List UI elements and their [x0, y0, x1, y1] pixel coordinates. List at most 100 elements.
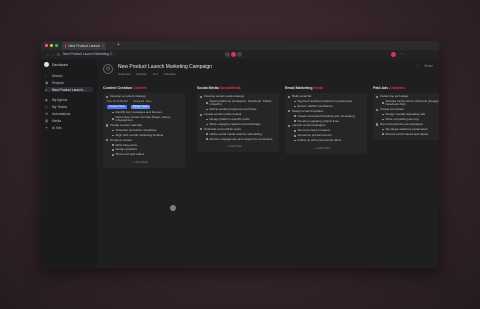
- tab-overview[interactable]: Overview: [118, 72, 131, 76]
- task-item[interactable]: Schedule and publish posts: [200, 127, 241, 131]
- browser-window: New Product Launch × + ←→↻ New Product L…: [41, 41, 439, 268]
- subtask-item[interactable]: Monitor engagement and respond to commen…: [206, 137, 273, 141]
- checkbox-icon[interactable]: [288, 110, 291, 113]
- task-item[interactable]: Create content calendar: [106, 123, 142, 127]
- task-item[interactable]: Determine ad budget: [376, 94, 408, 98]
- checkbox-icon[interactable]: [288, 95, 291, 98]
- subtask-item[interactable]: Ensure GDPR compliance: [294, 104, 333, 108]
- url-field[interactable]: New Product Launch Marketing C...: [63, 52, 169, 57]
- task-item[interactable]: Launch email campaigns: [288, 124, 325, 127]
- column-title[interactable]: Paid Ads Analytics: [373, 86, 405, 90]
- checkbox-icon[interactable]: [376, 108, 379, 111]
- avatar[interactable]: [391, 52, 396, 57]
- subtask-item[interactable]: Allocate funds across channels (Google A…: [382, 99, 439, 107]
- bullet-icon: [206, 138, 208, 140]
- column-title[interactable]: Social Media SocialMedia: [197, 86, 241, 90]
- profile-icon[interactable]: [231, 52, 236, 57]
- checkbox-icon[interactable]: [106, 124, 109, 127]
- column-title[interactable]: Content Creation Content: [103, 86, 147, 90]
- sidebar-item-projects[interactable]: ▣ Projects: [45, 80, 93, 85]
- view-switcher: Overview Kanban List Calendar: [118, 72, 176, 76]
- task-card[interactable]: Determine ad budget Allocate funds across…: [373, 93, 439, 140]
- column-name: Social Media: [197, 86, 219, 90]
- task-text: Schedule production deadlines: [115, 127, 157, 132]
- subtask-item[interactable]: Align with overall marketing timeline: [112, 133, 163, 137]
- sidebar-item-automations[interactable]: ⚙ Automations: [45, 111, 93, 116]
- workspace-switcher[interactable]: Dashboard: [44, 62, 68, 67]
- checkbox-icon[interactable]: [376, 123, 379, 126]
- subtask-item[interactable]: Follow up with promotional offers: [294, 138, 341, 142]
- task-item[interactable]: Design email templates: [288, 109, 323, 113]
- close-icon[interactable]: ×: [102, 44, 104, 48]
- bullet-icon: [206, 108, 208, 111]
- maximize-window-button[interactable]: [55, 44, 58, 47]
- nav-arrows[interactable]: ←→↻: [45, 52, 62, 57]
- checkbox-icon[interactable]: [200, 113, 203, 116]
- kanban-column: Social Media SocialMedia Develop social m…: [197, 86, 279, 153]
- subtask-item[interactable]: Define posting frequency and times: [206, 107, 257, 111]
- subtask-item[interactable]: Write engaging captions and hashtags: [206, 122, 260, 126]
- task-card[interactable]: Develop social media strategy Select plat…: [197, 93, 279, 153]
- add-task-button[interactable]: + Add Task: [227, 144, 242, 148]
- tab-kanban[interactable]: Kanban: [137, 72, 147, 76]
- task-item[interactable]: Create social media content: [200, 112, 241, 116]
- minimize-window-button[interactable]: [50, 44, 53, 47]
- subtask-item[interactable]: Write blog posts: [112, 143, 137, 147]
- subtask-item[interactable]: Develop engaging subject lines: [294, 119, 339, 123]
- subtask-item[interactable]: Write compelling ad copy: [382, 117, 419, 121]
- subtask-item[interactable]: Shoot and edit videos: [112, 152, 144, 156]
- subtask-item[interactable]: Design graphics: [112, 148, 137, 151]
- task-item[interactable]: Run and optimize ad campaigns: [376, 122, 423, 126]
- tab-calendar[interactable]: Calendar: [164, 72, 176, 76]
- extension-icon[interactable]: [225, 52, 230, 57]
- subtask-item[interactable]: Identify key messages and themes: [112, 110, 162, 114]
- task-card[interactable]: Build email list Segment audience based o…: [285, 93, 367, 154]
- task-item[interactable]: Develop a content strategy: [106, 94, 146, 98]
- subtask-item[interactable]: Announce product launch: [294, 133, 332, 137]
- sidebar-item-search[interactable]: ⌕ Search: [45, 73, 93, 78]
- add-task-button[interactable]: + Add Task: [133, 160, 148, 164]
- browser-tab[interactable]: New Product Launch ×: [62, 42, 106, 50]
- subtask-item[interactable]: Send pre-launch teasers: [294, 128, 330, 132]
- subtask-item[interactable]: Monitor performance and adjust: [382, 132, 428, 136]
- close-window-button[interactable]: [45, 44, 48, 47]
- checkbox-icon[interactable]: [200, 128, 203, 131]
- subtask-item[interactable]: Design visually appealing ads: [382, 112, 425, 116]
- subtask-item[interactable]: Utilize social media tools for schedulin…: [206, 132, 262, 136]
- team-badge[interactable]: Design Team: [131, 104, 151, 109]
- subtask-item[interactable]: Select platforms (Instagram, Facebook, T…: [206, 99, 278, 107]
- tab-list[interactable]: List: [153, 72, 158, 76]
- subtask-item[interactable]: Schedule production deadlines: [112, 127, 157, 132]
- kanban-column: Email Marketing Email Build email list Seg…: [285, 86, 367, 154]
- task-item[interactable]: Create ad content: [376, 107, 404, 111]
- checkbox-icon[interactable]: [106, 139, 109, 142]
- add-task-button[interactable]: + Add Files: [315, 146, 330, 150]
- task-item[interactable]: Develop social media strategy: [200, 94, 244, 98]
- kanban-board: Content Creation Content Develop a conten…: [103, 86, 439, 268]
- checkbox-icon[interactable]: [288, 124, 291, 128]
- subtask-item[interactable]: Design platform-specific posts: [206, 117, 250, 121]
- sidebar-item-ai-kits[interactable]: ✦ AI Kits: [45, 125, 93, 130]
- sidebar-item-teams[interactable]: ◇ My Teams: [45, 104, 93, 109]
- checkbox-icon[interactable]: [376, 95, 379, 98]
- subtask-item[interactable]: Segment audience based on preferences: [294, 99, 352, 103]
- sidebar-item-media[interactable]: ▤ Media: [45, 118, 93, 123]
- subtask-item[interactable]: Set target audience parameters: [382, 127, 428, 131]
- checkbox-icon[interactable]: [106, 95, 109, 98]
- checkbox-icon[interactable]: [200, 95, 203, 98]
- task-item[interactable]: Produce content: [106, 138, 132, 142]
- share-button[interactable]: Share: [424, 64, 433, 68]
- subtask-item[interactable]: Create consistent branding and messaging: [294, 114, 355, 118]
- column-title[interactable]: Email Marketing Email: [285, 86, 323, 90]
- more-icon[interactable]: ⋯: [417, 64, 420, 68]
- subtask-item[interactable]: Determine content formats (blogs, videos…: [112, 115, 184, 123]
- task-card[interactable]: Develop a content strategy Nov 13 10:00 A…: [103, 93, 185, 169]
- plus-icon[interactable]: +: [117, 42, 120, 48]
- sidebar-item-project-active[interactable]: ● New Product Launch...: [45, 87, 93, 92]
- media-icon: ▤: [45, 118, 49, 123]
- sidebar-item-agents[interactable]: ◆ My Agents: [45, 97, 93, 102]
- extension-icon[interactable]: [237, 52, 242, 57]
- more-icon[interactable]: ⋯: [401, 52, 405, 56]
- team-badge[interactable]: Content Team: [107, 104, 128, 109]
- task-item[interactable]: Build email list: [288, 94, 311, 98]
